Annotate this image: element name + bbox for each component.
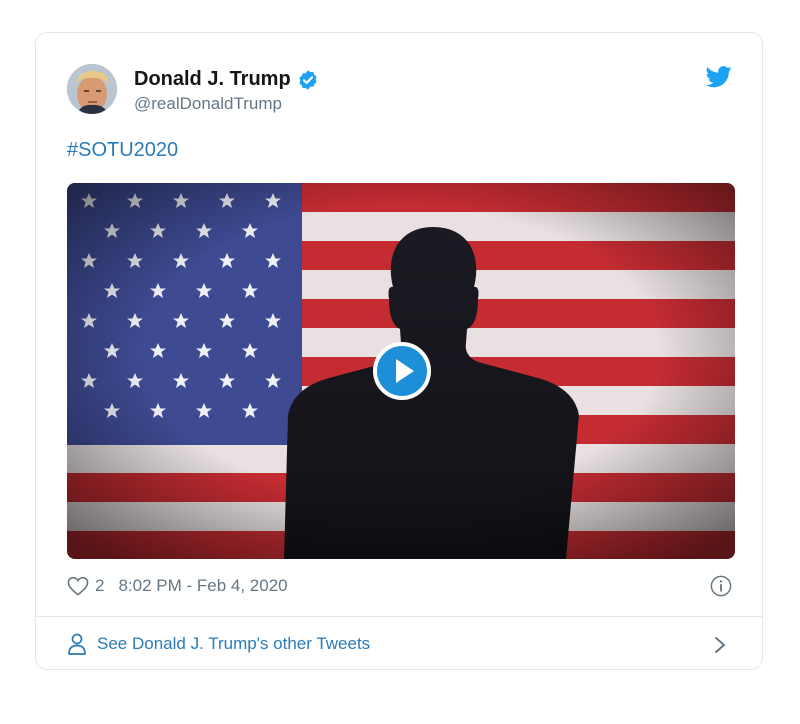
author-handle[interactable]: @realDonaldTrump [134,94,282,114]
avatar[interactable] [67,64,117,114]
video-player[interactable] [67,183,735,559]
see-other-tweets-link[interactable]: See Donald J. Trump's other Tweets [67,633,370,655]
embedded-tweet-card: Donald J. Trump @realDonaldTrump #SOTU20… [35,32,763,670]
author-name[interactable]: Donald J. Trump [134,68,291,91]
info-icon[interactable] [710,575,732,597]
timestamp[interactable]: 8:02 PM - Feb 4, 2020 [118,576,287,596]
twitter-bird-icon[interactable] [706,66,732,88]
verified-badge-icon [299,69,317,90]
divider [36,616,762,617]
author-name-row: Donald J. Trump [134,68,319,91]
hashtag-link[interactable]: #SOTU2020 [67,139,178,162]
person-icon [68,633,86,655]
like-count[interactable]: 2 [95,576,104,596]
chevron-right-icon[interactable] [714,636,726,654]
play-icon[interactable] [373,342,431,400]
tweet-footer: 2 8:02 PM - Feb 4, 2020 [67,576,288,596]
see-other-tweets-label[interactable]: See Donald J. Trump's other Tweets [97,634,370,654]
heart-icon[interactable] [67,576,89,596]
avatar-image [67,64,117,114]
